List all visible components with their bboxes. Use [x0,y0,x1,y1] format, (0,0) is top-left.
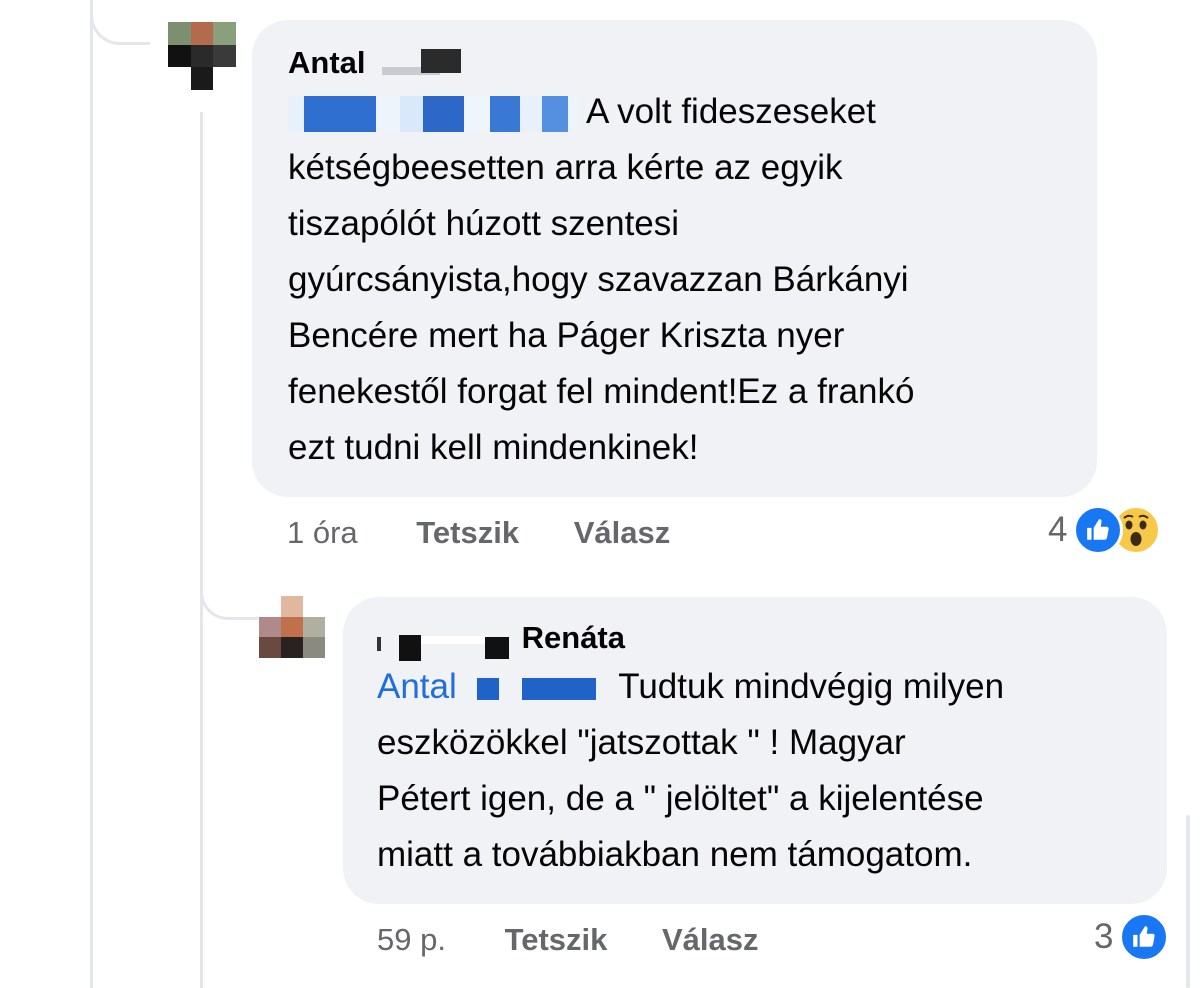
reply-button[interactable]: Válasz [574,515,671,550]
text-line: tiszapólót húzott szentesi [288,204,680,243]
mention-link[interactable]: Antal [377,667,457,706]
reaction-count: 4 [1048,510,1068,549]
text-line: gyúrcsányista,hogy szavazzan Bárkányi [288,260,909,299]
reply-button[interactable]: Válasz [662,922,759,957]
text-line: Bencére mert ha Páger Kriszta nyer [288,316,845,355]
comment-actions: 59 p. Tetszik Válasz [377,920,759,960]
reaction-summary[interactable]: 3 [1094,912,1170,962]
text-line: miatt a továbbiakban nem támogatom. [377,835,973,874]
scrollbar[interactable] [1186,815,1190,988]
comment-bubble: Antal A volt fideszeseket kétségbeesette… [252,20,1097,497]
text-line: Pétert igen, de a " jelöltet" a kijelent… [377,779,984,818]
thread-connector [90,0,150,45]
text-line: eszközökkel "jatszottak " ! Magyar [377,723,906,762]
timestamp[interactable]: 59 p. [377,922,446,957]
reply-connector [200,560,258,620]
thread-line [90,0,93,988]
text-line: Antal Tudtuk mindvégig milyen [377,667,1005,706]
text-line: A volt fideszeseket [288,84,1067,140]
comment-bubble: Renáta Antal Tudtuk mindvégig milyen esz… [343,597,1167,904]
comment-actions: 1 óra Tetszik Válasz [287,513,670,553]
avatar[interactable] [259,596,325,658]
text-line: fenekestől forgat fel mindent!Ez a frank… [288,372,915,411]
like-button[interactable]: Tetszik [416,515,519,550]
redacted-first-name [377,636,381,651]
redacted-mention[interactable] [476,677,499,700]
reaction-summary[interactable]: 4 [1048,505,1162,555]
comment-text: Antal Tudtuk mindvégig milyen eszközökke… [377,659,1137,883]
comment-author[interactable]: Renáta [377,617,1137,661]
comment-thread: Antal A volt fideszeseket kétségbeesette… [0,0,1200,988]
like-button[interactable]: Tetszik [505,922,608,957]
reaction-count: 3 [1094,917,1114,956]
timestamp[interactable]: 1 óra [287,515,358,550]
reply-thread-line [200,112,203,988]
redacted-mention[interactable] [288,95,578,132]
text-line: ezt tudni kell mindenkinek! [288,428,699,467]
like-icon [1119,912,1170,962]
text-line: kétségbeesetten arra kérte az egyik [288,148,843,187]
comment-author[interactable]: Antal [288,42,1067,84]
avatar[interactable] [168,22,236,90]
comment-text: A volt fideszeseket kétségbeesetten arra… [288,84,1067,476]
